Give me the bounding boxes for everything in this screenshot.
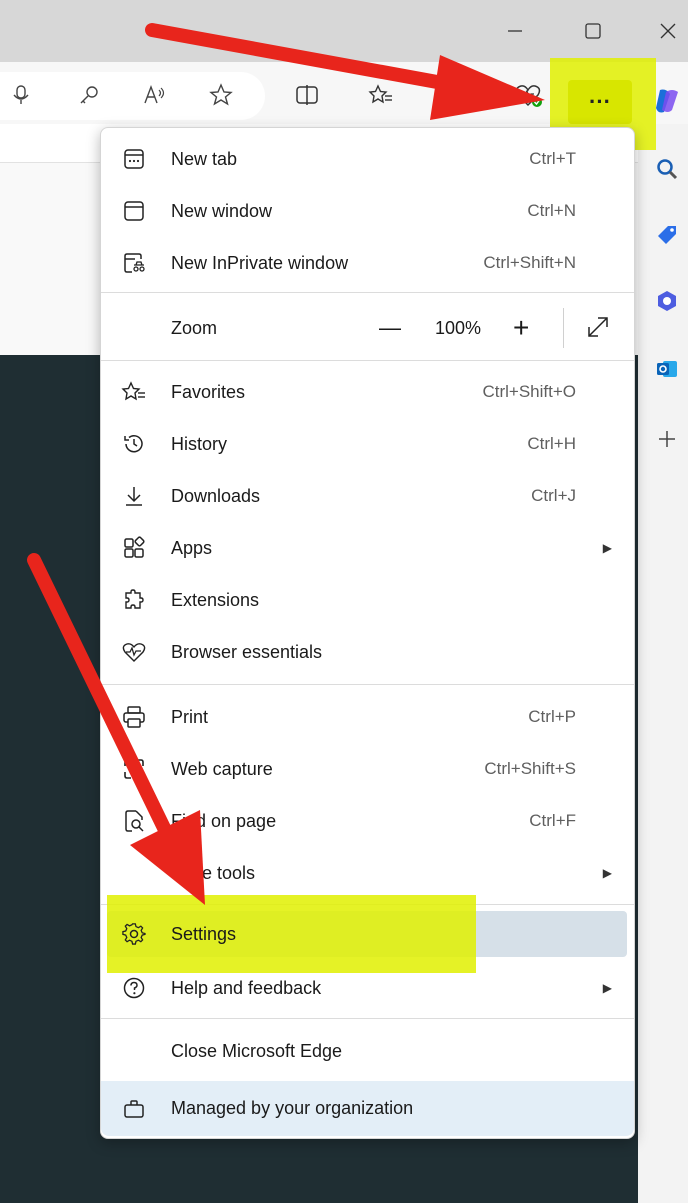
top-arrow: [145, 23, 545, 120]
annotation-arrows: [27, 23, 545, 905]
settings-arrow: [27, 553, 205, 905]
